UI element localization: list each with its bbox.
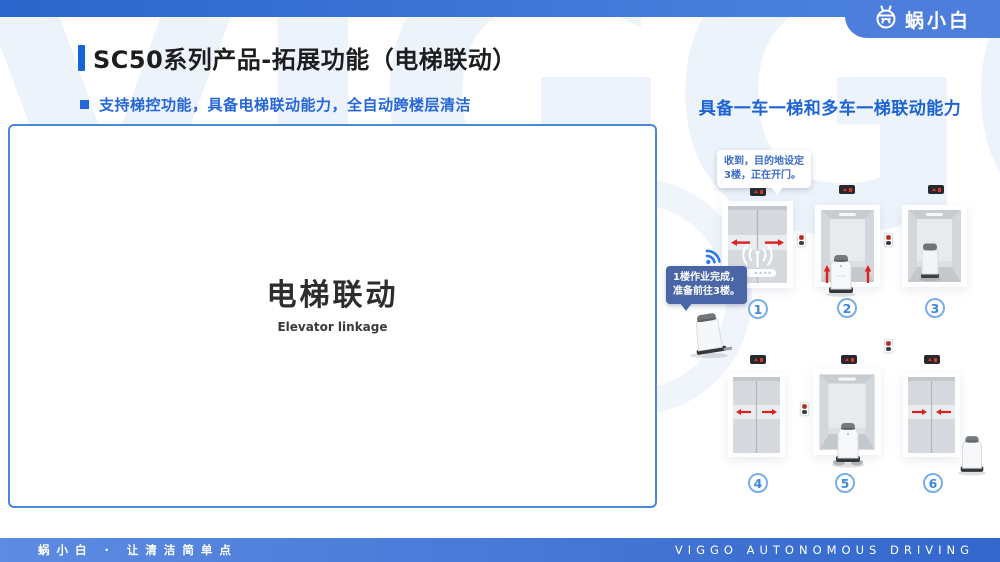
footer-brand-en: VIGGO AUTONOMOUS DRIVING <box>675 543 974 557</box>
bubble-blue-line1: 1楼作业完成， <box>673 271 740 285</box>
call-button-panel-2 <box>884 233 893 247</box>
floor-display-3 <box>928 185 944 194</box>
robot-exiting-elevator-5 <box>830 418 866 468</box>
step-circle-1: 1 <box>748 299 768 319</box>
card-title: 电梯联动 <box>267 270 399 314</box>
floor-display-2 <box>839 185 855 194</box>
robot-speech-bubble-blue: 1楼作业完成， 准备前往3楼。 <box>666 266 747 304</box>
floor-display-4 <box>750 355 766 364</box>
brand-logo: 蜗小白 <box>845 0 1000 38</box>
title-row: SC50系列产品-拓展功能（电梯联动） <box>78 40 517 75</box>
step-circle-3: 3 <box>925 298 945 318</box>
brand-name: 蜗小白 <box>905 6 971 33</box>
floor-display-5 <box>841 355 857 364</box>
call-button-panel-4 <box>884 339 893 353</box>
footer-tagline: 蜗小白 · 让清洁简单点 <box>38 542 238 558</box>
call-button-panel-3 <box>800 402 809 416</box>
step-circle-5: 5 <box>835 473 855 493</box>
floor-display-1 <box>750 187 766 196</box>
content-card: 电梯联动 Elevator linkage <box>8 124 657 508</box>
step-circle-2: 2 <box>837 298 857 318</box>
robot-inside-elevator-3 <box>918 241 942 281</box>
slide: VIGGO 蜗小白 SC50系列产品-拓展功能（电梯联动） 支持梯控功能，具 <box>0 0 1000 562</box>
elevator-diagram: 收到，目的地设定 3楼，正在开门。 <box>660 130 1000 525</box>
robot-entering-elevator-2 <box>824 251 858 297</box>
floor-display-6 <box>924 355 940 364</box>
footer-bar: 蜗小白 · 让清洁简单点 VIGGO AUTONOMOUS DRIVING <box>0 538 1000 562</box>
elevator-4-doors-opening <box>728 373 785 457</box>
bullet-square-icon <box>80 100 89 109</box>
robot-beside-elevator-6 <box>956 431 988 477</box>
bubble-blue-line2: 准备前往3楼。 <box>673 285 740 299</box>
robot-side-view <box>686 310 732 358</box>
elevator-6-doors-closing <box>903 373 960 457</box>
right-panel-heading: 具备一车一梯和多车一梯联动能力 <box>660 94 1000 119</box>
card-subtitle: Elevator linkage <box>267 320 399 334</box>
robot-speech-bubble-white: 收到，目的地设定 3楼，正在开门。 <box>717 150 811 188</box>
step-circle-4: 4 <box>748 473 768 493</box>
step-circle-6: 6 <box>923 473 943 493</box>
bubble-white-line1: 收到，目的地设定 <box>724 155 804 169</box>
snail-icon <box>874 4 898 34</box>
page-title: SC50系列产品-拓展功能（电梯联动） <box>93 40 517 75</box>
bullet-text: 支持梯控功能，具备电梯联动能力，全自动跨楼层清洁 <box>99 94 471 115</box>
title-accent-bar <box>78 45 85 71</box>
bubble-white-line2: 3楼，正在开门。 <box>724 169 804 183</box>
bullet-row: 支持梯控功能，具备电梯联动能力，全自动跨楼层清洁 <box>80 94 471 115</box>
call-button-panel-1 <box>797 233 806 247</box>
